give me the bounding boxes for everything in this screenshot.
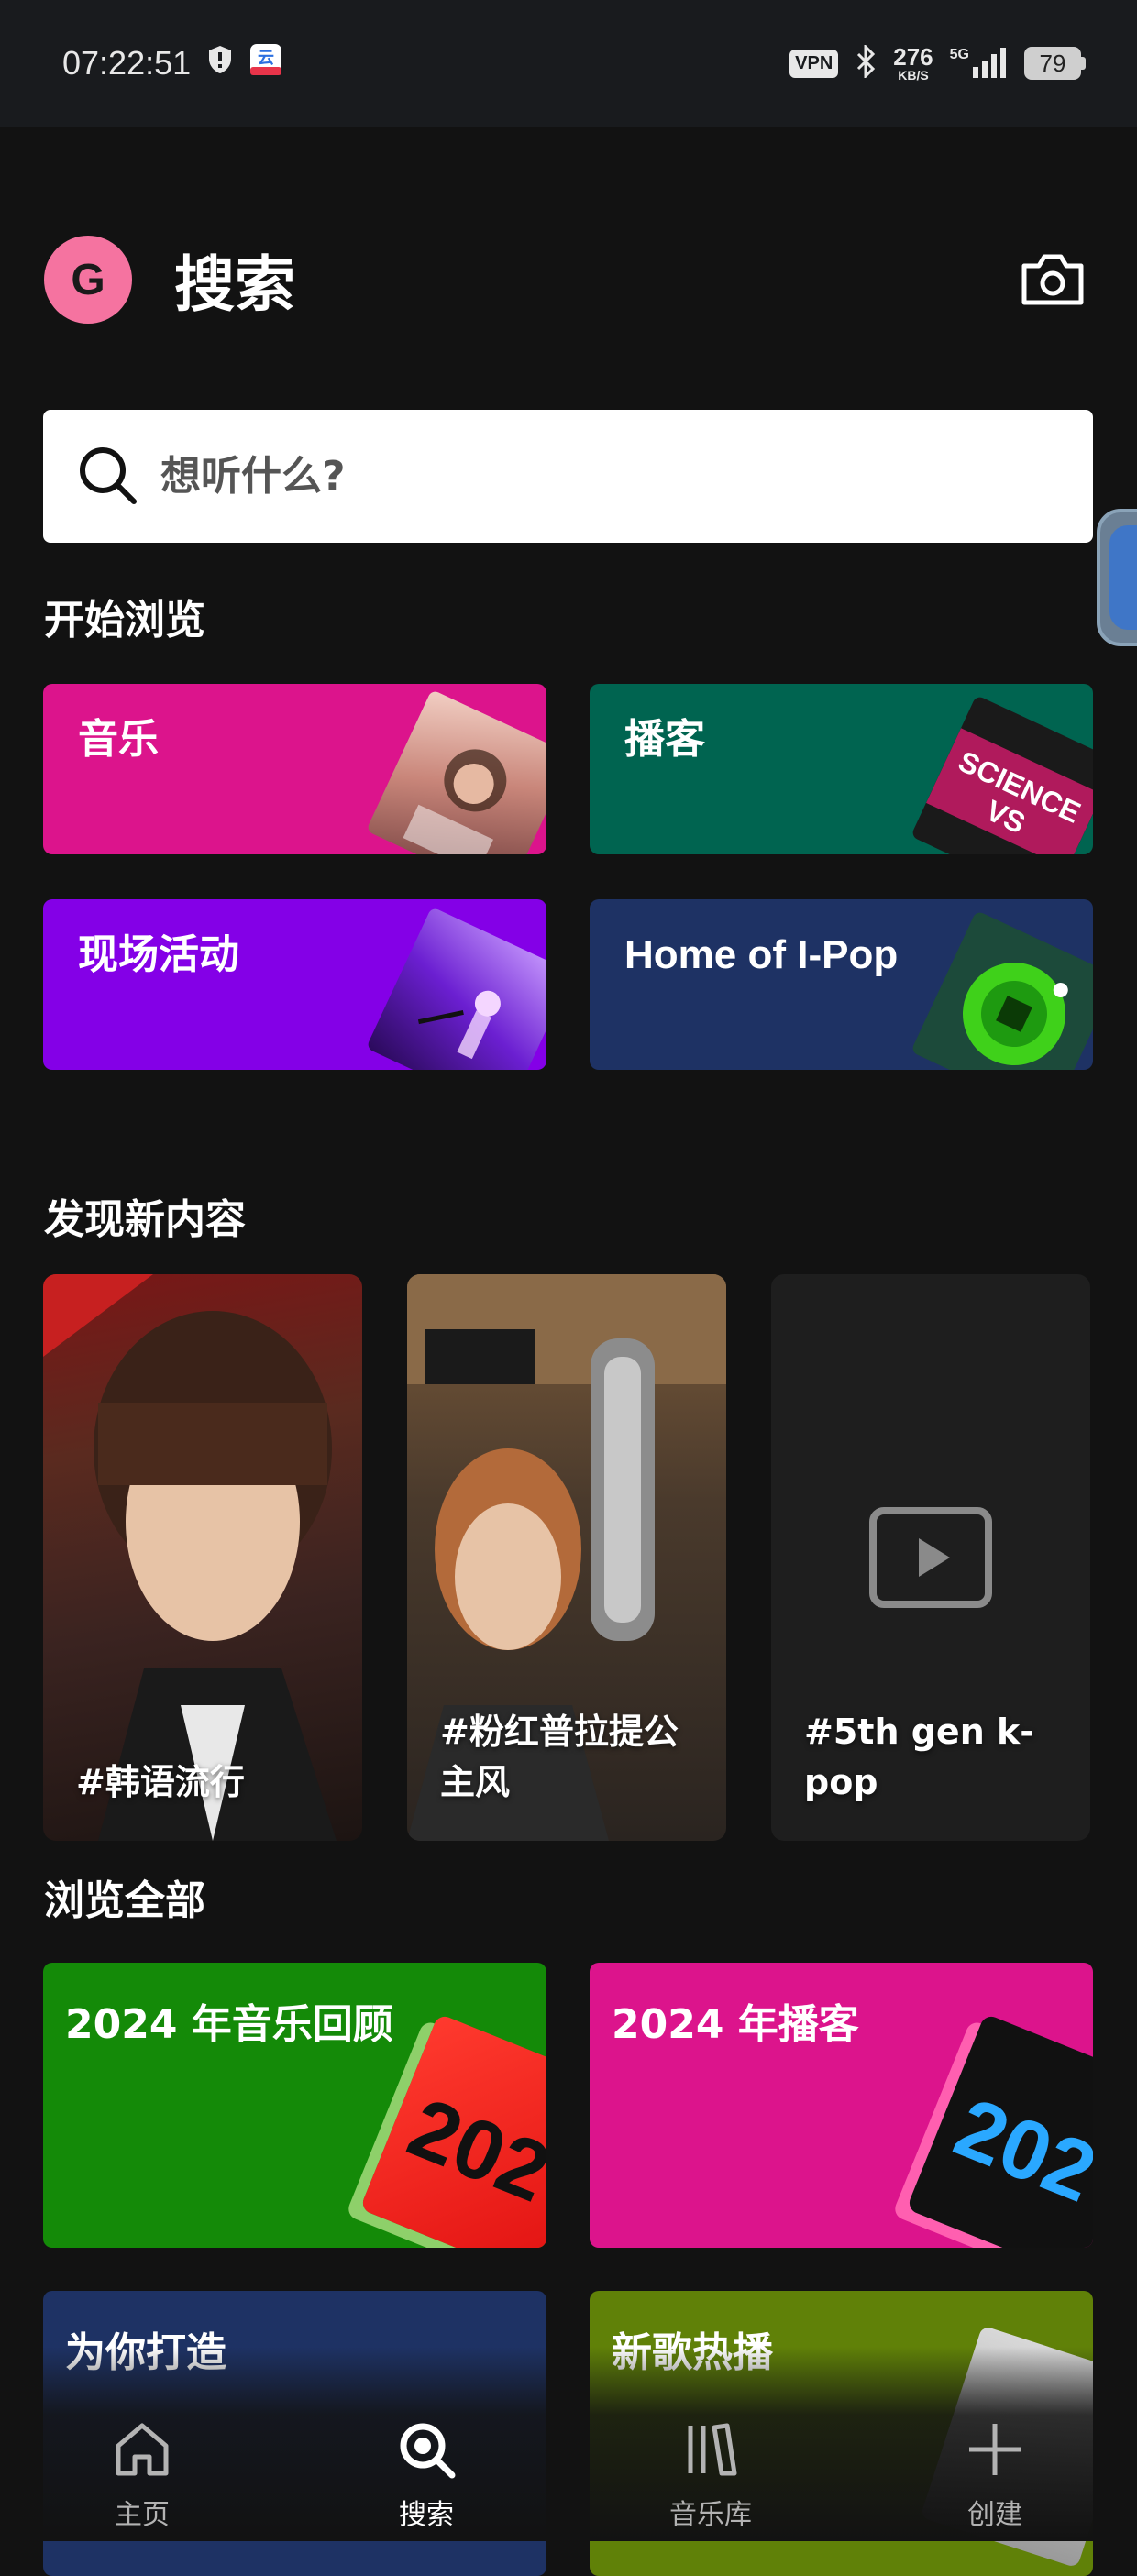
nav-label: 搜索 xyxy=(399,2499,454,2531)
home-icon xyxy=(113,2420,171,2482)
discover-card-pink-pilates[interactable]: #粉红普拉提公主风 xyxy=(407,1274,726,1841)
tile-label: 2024 年音乐回顾 xyxy=(65,2001,393,2048)
signal-icon: 5G xyxy=(950,47,1008,80)
bottom-nav: 主页 搜索 音乐库 创建 xyxy=(0,2347,1137,2541)
nav-label: 音乐库 xyxy=(669,2499,752,2531)
cloud-app-icon: 云 xyxy=(249,43,282,84)
music-artwork xyxy=(366,689,546,854)
page-header: G 搜索 xyxy=(44,229,1089,330)
tile-label: 播客 xyxy=(624,717,705,762)
discover-tag: #5th gen k-pop xyxy=(804,1711,1035,1802)
battery-icon: 79 xyxy=(1024,47,1086,80)
bluetooth-icon xyxy=(855,42,877,83)
tile-home-of-ipop[interactable]: Home of I-Pop xyxy=(590,899,1093,1070)
network-type: 5G xyxy=(949,47,969,62)
ipop-artwork xyxy=(911,910,1093,1070)
search-bar[interactable] xyxy=(43,410,1093,543)
nav-search[interactable]: 搜索 xyxy=(335,2420,518,2532)
discover-tag: #韩语流行 xyxy=(76,1761,245,1802)
tile-live-events[interactable]: 现场活动 xyxy=(43,899,546,1070)
discover-card-kpop[interactable]: #韩语流行 xyxy=(43,1274,362,1841)
svg-text:云: 云 xyxy=(258,49,274,67)
floating-window-handle[interactable] xyxy=(1097,509,1137,646)
search-icon xyxy=(397,2420,456,2482)
tile-label: Home of I-Pop xyxy=(624,932,899,977)
tile-music[interactable]: 音乐 xyxy=(43,684,546,854)
vpn-badge: VPN xyxy=(789,49,839,78)
tile-podcasts[interactable]: 播客 SCIENCE VS xyxy=(590,684,1093,854)
discover-card-5th-gen[interactable]: #5th gen k-pop xyxy=(771,1274,1090,1841)
discover-tag: #粉红普拉提公主风 xyxy=(440,1711,679,1802)
page-title: 搜索 xyxy=(174,249,295,320)
camera-icon[interactable] xyxy=(1016,243,1089,316)
kpop-artwork xyxy=(43,1274,337,1841)
avatar[interactable]: G xyxy=(44,236,132,324)
video-play-icon xyxy=(869,1507,992,1612)
nav-home[interactable]: 主页 xyxy=(50,2420,234,2532)
nav-library[interactable]: 音乐库 xyxy=(619,2420,802,2532)
live-artwork xyxy=(366,907,546,1070)
discover-title: 发现新内容 xyxy=(44,1196,246,1243)
podcast-artwork: SCIENCE VS xyxy=(911,695,1093,854)
clock: 07:22:51 xyxy=(62,44,192,82)
library-icon xyxy=(681,2420,740,2482)
search-input[interactable] xyxy=(160,453,986,500)
tile-2024-music-wrapped[interactable]: 2024 年音乐回顾 202 xyxy=(43,1963,546,2248)
start-browsing-title: 开始浏览 xyxy=(44,597,205,644)
status-bar: 07:22:51 云 VPN 276 KB/S 5G 79 xyxy=(0,0,1137,127)
net-speed: 276 KB/S xyxy=(893,43,933,83)
tile-label: 音乐 xyxy=(78,717,159,762)
tile-2024-podcasts-wrapped[interactable]: 2024 年播客 202 xyxy=(590,1963,1093,2248)
nav-label: 创建 xyxy=(967,2499,1022,2531)
nav-label: 主页 xyxy=(115,2499,170,2531)
tile-label: 2024 年播客 xyxy=(612,2001,859,2048)
tile-label: 现场活动 xyxy=(78,932,239,977)
browse-all-title: 浏览全部 xyxy=(44,1877,205,1924)
shield-icon xyxy=(207,44,233,83)
nav-create[interactable]: 创建 xyxy=(903,2420,1087,2532)
plus-icon xyxy=(966,2420,1024,2482)
search-icon xyxy=(76,444,138,510)
